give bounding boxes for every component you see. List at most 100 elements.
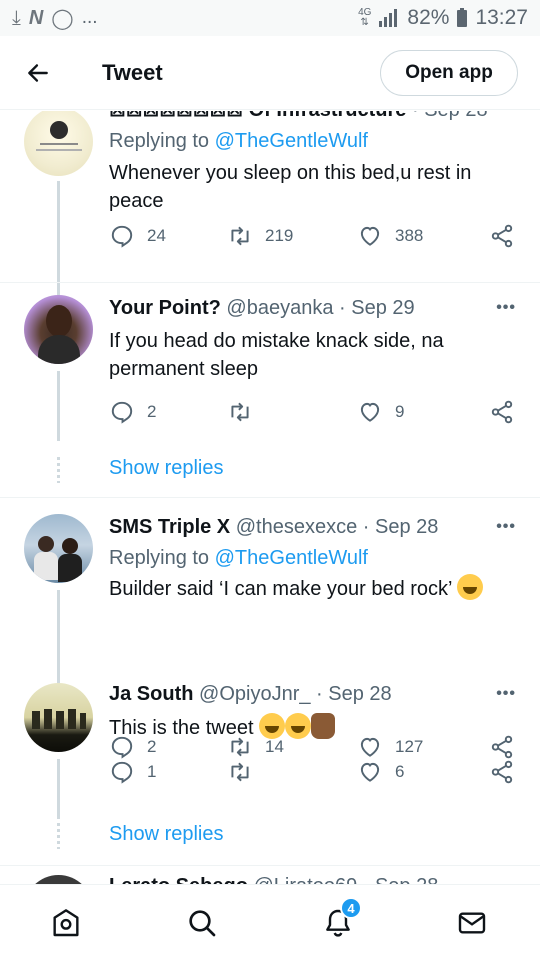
tweet-body: SMS Triple X @thesexexce · Sep 28 Replyi… <box>109 514 517 603</box>
author-name[interactable]: Your Point? <box>109 297 221 319</box>
reply-button[interactable]: 2 <box>109 399 156 425</box>
status-time: 13:27 <box>475 6 528 29</box>
reply-icon <box>111 225 133 248</box>
signal-icon <box>379 9 398 27</box>
tweet-date[interactable]: Sep 28 <box>328 683 391 705</box>
mention-link[interactable]: @TheGentleWulf <box>215 130 368 152</box>
author-handle[interactable]: @baeyanka <box>226 297 333 319</box>
share-button[interactable] <box>489 223 515 249</box>
retweet-icon <box>231 402 249 422</box>
retweet-button[interactable] <box>227 759 265 785</box>
show-replies-link[interactable]: Show replies <box>109 457 224 480</box>
tweet-meta: Your Point? @baeyanka · Sep 29 <box>109 297 415 319</box>
tweet[interactable]: Your Point? @baeyanka · Sep 29 If you he… <box>0 283 540 498</box>
share-icon <box>491 224 513 248</box>
thread-line <box>57 371 60 441</box>
thread-dots <box>57 823 60 849</box>
tweet-date[interactable]: Sep 29 <box>351 297 414 319</box>
more-options-icon[interactable]: ••• <box>496 299 516 317</box>
home-icon <box>53 909 79 937</box>
replying-to: Replying to @TheGentleWulf <box>109 130 368 152</box>
reply-count: 2 <box>147 402 157 421</box>
tweet-date[interactable]: Sep 28 <box>375 516 438 538</box>
nav-home[interactable] <box>48 905 84 941</box>
like-count: 9 <box>395 402 405 421</box>
arrow-left-icon <box>28 63 48 82</box>
tweet-body: Your Point? @baeyanka · Sep 29 If you he… <box>109 295 517 383</box>
tweet[interactable]: Ja South @OpiyoJnr_ · Sep 28 This is the… <box>0 673 540 866</box>
show-replies-link[interactable]: Show replies <box>109 823 224 846</box>
nav-search[interactable] <box>184 905 220 941</box>
tweet-body: ⊠⊠⊠⊠⊠⊠⊠⊠ Of Infrastructure · Sep 28 Repl… <box>109 111 517 215</box>
tweet-actions: 2 9 <box>109 399 519 429</box>
tweet-text: If you head do mistake knack side, na pe… <box>109 330 444 380</box>
avatar[interactable] <box>24 875 93 884</box>
more-options-icon[interactable]: ••• <box>496 111 516 119</box>
tweet-body: Ja South @OpiyoJnr_ · Sep 28 This is the… <box>109 681 517 742</box>
whatsapp-icon: ◯ <box>51 7 74 30</box>
open-app-button[interactable]: Open app <box>380 50 518 96</box>
share-icon <box>491 400 513 424</box>
tweet-text: Builder said ‘I can make your bed rock’ <box>109 574 517 603</box>
status-ellipsis: ... <box>81 7 98 28</box>
author-name[interactable]: Ja South <box>109 683 193 705</box>
download-icon: ⤓ <box>12 6 21 29</box>
n-app-icon: N <box>28 6 44 29</box>
avatar[interactable] <box>24 514 93 583</box>
share-button[interactable] <box>489 759 515 785</box>
avatar[interactable] <box>24 111 93 176</box>
heart-icon <box>360 762 380 782</box>
reply-feed[interactable]: ⊠⊠⊠⊠⊠⊠⊠⊠ Of Infrastructure · Sep 28 Repl… <box>0 111 540 884</box>
battery-percent: 82% <box>407 6 450 29</box>
tweet[interactable]: ⊠⊠⊠⊠⊠⊠⊠⊠ Of Infrastructure · Sep 28 Repl… <box>0 111 540 321</box>
network-type: 4G ⇅ <box>358 7 372 28</box>
nav-messages[interactable] <box>454 905 490 941</box>
like-button[interactable]: 388 <box>357 223 423 249</box>
bottom-navigation: 4 <box>0 884 540 960</box>
tweet-meta: ⊠⊠⊠⊠⊠⊠⊠⊠ Of Infrastructure · Sep 28 <box>109 111 517 123</box>
replying-to: Replying to @TheGentleWulf <box>109 547 368 569</box>
status-bar: ⤓ N ◯ ... 4G ⇅ 82% 13:27 <box>0 0 540 36</box>
tweet-date[interactable]: Sep 28 <box>424 111 487 121</box>
author-handle[interactable]: @Liratoo69 <box>253 875 357 884</box>
share-button[interactable] <box>489 399 515 425</box>
retweet-button[interactable] <box>227 399 265 425</box>
more-options-icon[interactable]: ••• <box>496 685 516 703</box>
share-icon <box>491 760 513 784</box>
mail-icon <box>458 912 486 934</box>
tweet-body: Lerato Sebego @Liratoo69 · Sep 28 <box>109 873 517 884</box>
notifications-badge: 4 <box>340 897 362 919</box>
author-name[interactable]: SMS Triple X <box>109 516 230 538</box>
more-options-icon[interactable]: ••• <box>496 518 516 536</box>
tweet-date[interactable]: Sep 28 <box>375 875 438 884</box>
reply-icon <box>111 761 133 784</box>
avatar[interactable] <box>24 683 93 752</box>
author-handle[interactable]: @OpiyoJnr_ <box>199 683 310 705</box>
reply-button[interactable]: 24 <box>109 223 166 249</box>
mention-link[interactable]: @TheGentleWulf <box>215 547 368 569</box>
back-button[interactable] <box>18 53 58 93</box>
divider <box>0 865 540 866</box>
author-name[interactable]: ⊠⊠⊠⊠⊠⊠⊠⊠ Of Infrastructure <box>109 111 406 121</box>
like-button[interactable]: 9 <box>357 399 404 425</box>
status-right: 4G ⇅ 82% 13:27 <box>358 6 528 30</box>
retweet-icon <box>231 762 249 782</box>
tweet-meta: Ja South @OpiyoJnr_ · Sep 28 <box>109 683 392 705</box>
like-button[interactable]: 6 <box>357 759 404 785</box>
reply-count: 24 <box>147 226 166 245</box>
tweet[interactable]: Lerato Sebego @Liratoo69 · Sep 28 <box>0 867 540 884</box>
retweet-icon <box>231 226 249 246</box>
laughing-emoji-icon <box>259 713 286 739</box>
battery-icon <box>457 7 468 27</box>
reply-button[interactable]: 1 <box>109 759 156 785</box>
retweet-button[interactable]: 219 <box>227 223 293 249</box>
author-handle[interactable]: @thesexexce <box>236 516 357 538</box>
avatar[interactable] <box>24 295 93 364</box>
nav-notifications[interactable]: 4 <box>320 897 362 941</box>
tweet-actions: 1 6 <box>109 759 519 789</box>
tweet-text: Whenever you sleep on this bed,u rest in… <box>109 162 472 212</box>
tweet[interactable]: SMS Triple X @thesexexce · Sep 28 Replyi… <box>0 498 540 759</box>
like-count: 388 <box>395 226 424 245</box>
author-name[interactable]: Lerato Sebego <box>109 875 248 884</box>
reply-count: 1 <box>147 762 157 781</box>
